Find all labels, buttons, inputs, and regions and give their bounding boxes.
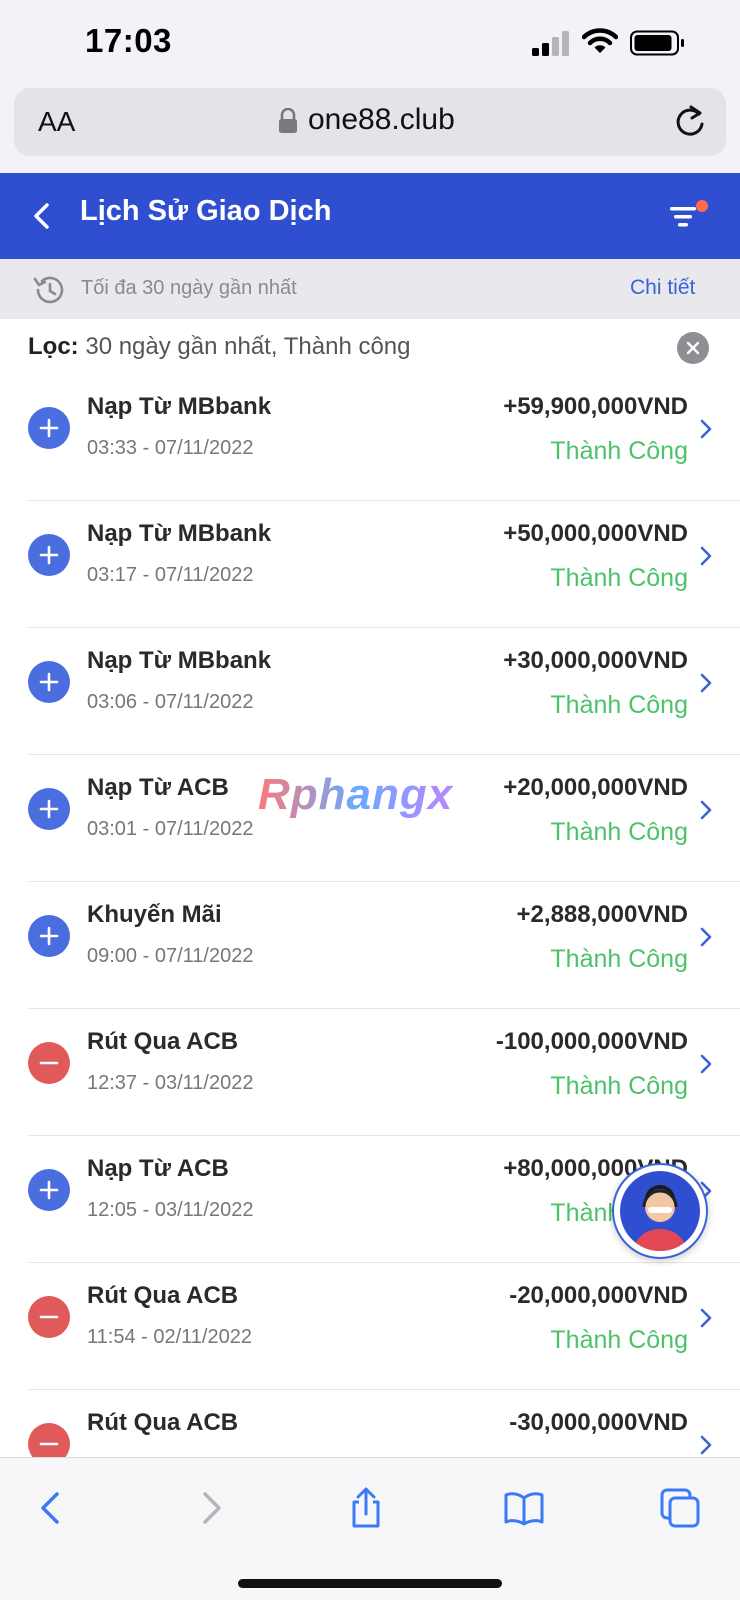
range-text: Tối đa 30 ngày gần nhất [81, 277, 297, 299]
chevron-right-icon [700, 1435, 712, 1455]
transaction-title: Rút Qua ACB [87, 1409, 239, 1436]
clear-filter-button[interactable] [677, 332, 709, 364]
transaction-amount: -30,000,000VND [509, 1409, 688, 1436]
chevron-right-icon [700, 1308, 712, 1328]
support-chat-button[interactable] [612, 1163, 708, 1259]
transaction-row[interactable]: Nạp Từ MBbank 03:17 - 07/11/2022 +50,000,0… [0, 500, 740, 628]
transaction-amount: -100,000,000VND [495, 1028, 688, 1055]
transaction-time: 03:01 - 07/11/2022 [87, 818, 254, 840]
filter-label: Lọc: [28, 333, 79, 360]
transaction-time: 03:06 - 07/11/2022 [87, 691, 254, 713]
forward-icon[interactable] [188, 1486, 232, 1530]
transaction-amount: +20,000,000VND [503, 774, 688, 801]
info-strip: Tối đa 30 ngày gần nhất Chi tiết [0, 259, 740, 319]
deposit-icon [28, 915, 70, 957]
back-arrow-icon[interactable] [26, 197, 56, 235]
transaction-title: Nạp Từ ACB [87, 1155, 229, 1182]
detail-link[interactable]: Chi tiết [630, 276, 695, 300]
tabs-icon[interactable] [658, 1486, 702, 1530]
transaction-status: Thành Công [550, 945, 688, 973]
transaction-time: 12:05 - 03/11/2022 [87, 1199, 254, 1221]
withdraw-icon [28, 1296, 70, 1338]
transaction-row[interactable]: Rút Qua ACB -30,000,000VND [0, 1389, 740, 1457]
status-time: 17:03 [85, 22, 172, 59]
transaction-time: 12:37 - 03/11/2022 [87, 1072, 254, 1094]
reload-icon[interactable] [674, 104, 706, 138]
transaction-title: Nạp Từ MBbank [87, 520, 272, 547]
wifi-icon [582, 28, 618, 53]
chevron-right-icon [700, 800, 712, 820]
url-text[interactable]: one88.club [308, 103, 455, 137]
transaction-amount: +59,900,000VND [503, 393, 688, 420]
text-size-button[interactable]: AA [38, 106, 75, 138]
transaction-amount: +2,888,000VND [516, 901, 688, 928]
chevron-right-icon [700, 419, 712, 439]
deposit-icon [28, 407, 70, 449]
transaction-status: Thành Công [550, 818, 688, 846]
transaction-title: Khuyến Mãi [87, 901, 222, 928]
back-icon[interactable] [30, 1486, 74, 1530]
transaction-status: Thành Công [550, 691, 688, 719]
transaction-row[interactable]: Nạp Từ MBbank 03:33 - 07/11/2022 +59,900,0… [0, 373, 740, 501]
chevron-right-icon [700, 927, 712, 947]
deposit-icon [28, 534, 70, 576]
filter-summary: Lọc: 30 ngày gần nhất, Thành công [28, 333, 411, 361]
close-icon [686, 341, 700, 355]
transaction-time: 03:17 - 07/11/2022 [87, 564, 254, 586]
battery-icon [630, 30, 684, 56]
transaction-list: Lọc: 30 ngày gần nhất, Thành công Nạp Từ… [0, 319, 740, 1457]
address-bar[interactable]: AA one88.club [14, 88, 726, 156]
transaction-time: 09:00 - 07/11/2022 [87, 945, 254, 967]
transaction-status: Thành Công [550, 1326, 688, 1354]
transaction-row[interactable]: Rút Qua ACB 11:54 - 02/11/2022 -20,000,000… [0, 1262, 740, 1390]
transaction-time: 11:54 - 02/11/2022 [87, 1326, 252, 1348]
status-bar: 17:03 [0, 0, 740, 88]
filter-badge-dot [696, 200, 708, 212]
chevron-right-icon [700, 673, 712, 693]
transaction-row[interactable]: Rút Qua ACB 12:37 - 03/11/2022 -100,000,00… [0, 1008, 740, 1136]
transaction-amount: +50,000,000VND [503, 520, 688, 547]
withdraw-icon [28, 1042, 70, 1084]
share-icon[interactable] [344, 1486, 388, 1530]
deposit-icon [28, 1169, 70, 1211]
transaction-time: 03:33 - 07/11/2022 [87, 437, 254, 459]
transaction-title: Rút Qua ACB [87, 1028, 239, 1055]
transaction-title: Nạp Từ MBbank [87, 647, 272, 674]
transaction-title: Nạp Từ MBbank [87, 393, 272, 420]
transaction-row[interactable]: Nạp Từ MBbank 03:06 - 07/11/2022 +30,000,0… [0, 627, 740, 755]
home-indicator [238, 1579, 502, 1588]
transaction-row[interactable]: Khuyến Mãi 09:00 - 07/11/2022 +2,888,000VN… [0, 881, 740, 1009]
chevron-right-icon [700, 546, 712, 566]
chevron-right-icon [700, 1054, 712, 1074]
page-title: Lịch Sử Giao Dịch [80, 195, 332, 227]
transaction-status: Thành Công [550, 437, 688, 465]
history-icon [33, 276, 64, 304]
watermark-logo: Rphangx [258, 770, 454, 819]
deposit-icon [28, 788, 70, 830]
transaction-title: Rút Qua ACB [87, 1282, 239, 1309]
deposit-icon [28, 661, 70, 703]
bookmarks-icon[interactable] [502, 1486, 546, 1530]
transaction-amount: -20,000,000VND [509, 1282, 688, 1309]
app-header: Lịch Sử Giao Dịch [0, 173, 740, 259]
transaction-amount: +30,000,000VND [503, 647, 688, 674]
transaction-status: Thành Công [550, 564, 688, 592]
transaction-title: Nạp Từ ACB [87, 774, 229, 801]
signal-icon [532, 31, 569, 56]
withdraw-icon [28, 1423, 70, 1457]
support-agent-icon [634, 1185, 686, 1251]
transaction-status: Thành Công [550, 1072, 688, 1100]
lock-icon [279, 108, 297, 133]
filter-value: 30 ngày gần nhất, Thành công [85, 333, 411, 360]
